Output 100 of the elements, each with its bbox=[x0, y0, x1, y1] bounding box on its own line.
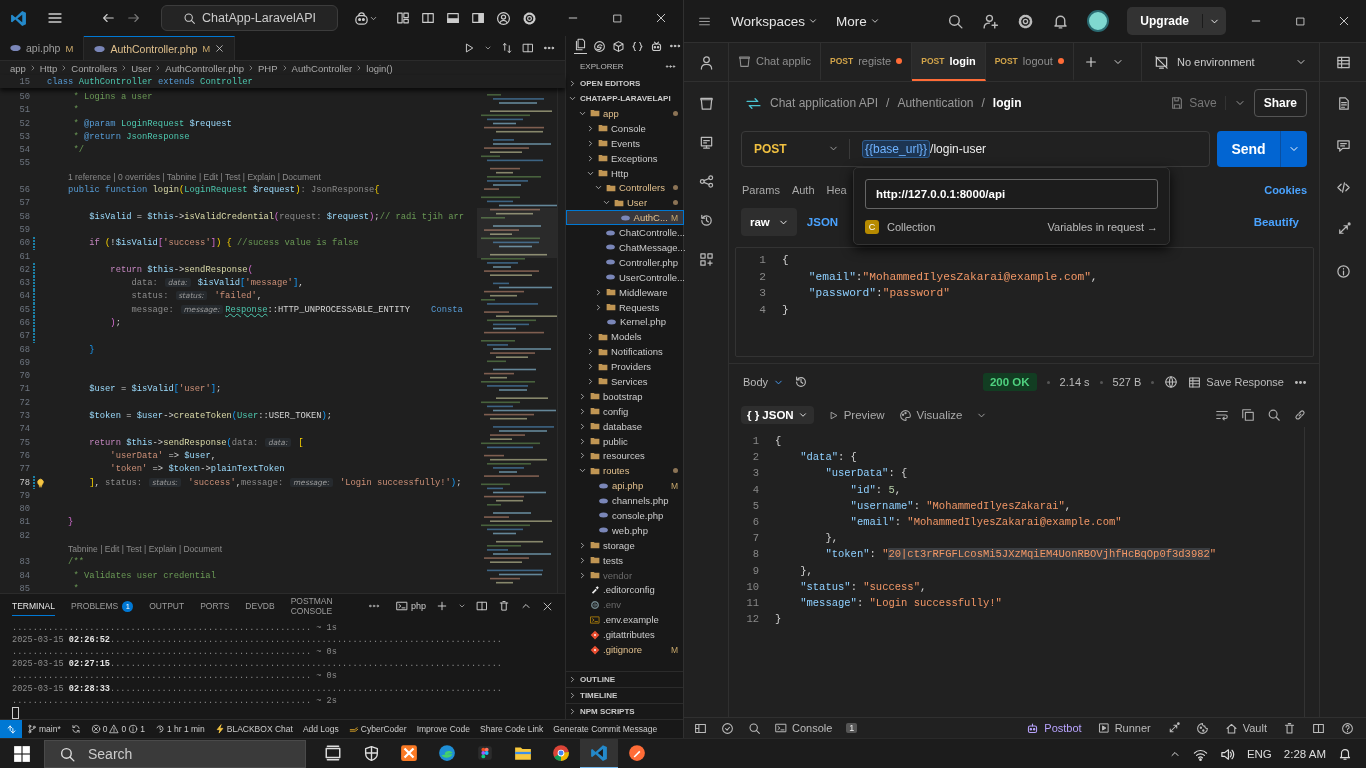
tree-item[interactable]: Requests bbox=[566, 299, 684, 315]
chevron-icon[interactable] bbox=[586, 347, 595, 357]
tree-item[interactable]: Middleware bbox=[566, 284, 684, 300]
back-icon[interactable] bbox=[101, 11, 115, 25]
maximize-icon[interactable] bbox=[611, 12, 623, 24]
tree-item[interactable]: public bbox=[566, 433, 684, 449]
maximize-icon[interactable] bbox=[1294, 15, 1306, 27]
tree-item[interactable]: channels.php bbox=[566, 493, 684, 509]
request-tab[interactable]: Chat applic bbox=[729, 43, 822, 81]
panel-tab[interactable]: TERMINAL bbox=[12, 596, 55, 616]
tree-item[interactable]: .editorconfig bbox=[566, 582, 684, 598]
chevron-icon[interactable] bbox=[594, 287, 603, 297]
layout-icon[interactable] bbox=[694, 721, 707, 735]
chevron-icon[interactable] bbox=[578, 570, 587, 580]
breadcrumb-item[interactable]: Authentication bbox=[897, 96, 974, 110]
tree-item[interactable]: api.php M bbox=[566, 478, 684, 494]
console-button[interactable]: Console bbox=[775, 722, 833, 734]
sync-icon[interactable] bbox=[70, 724, 81, 734]
settings-icon[interactable] bbox=[1017, 12, 1035, 30]
tree-item[interactable]: ChatMessage... bbox=[566, 240, 684, 255]
request-tab[interactable]: POST login bbox=[912, 43, 986, 81]
preview-tab[interactable]: Preview bbox=[827, 409, 885, 421]
response-view-dropdown[interactable]: Body bbox=[743, 376, 785, 388]
chevron-icon[interactable] bbox=[586, 362, 595, 372]
tree-item[interactable]: Exceptions bbox=[566, 150, 684, 166]
beautify-link[interactable]: Beautify bbox=[1253, 216, 1307, 228]
trash-icon[interactable] bbox=[498, 600, 510, 612]
copy-icon[interactable] bbox=[1241, 408, 1255, 422]
tree-item[interactable]: Events bbox=[566, 135, 684, 151]
new-tab-icon[interactable] bbox=[1083, 55, 1098, 69]
history-icon[interactable] bbox=[698, 213, 714, 228]
close-icon[interactable] bbox=[1338, 15, 1350, 27]
tree-item[interactable]: Kernel.php bbox=[566, 314, 684, 330]
notification-icon[interactable] bbox=[1052, 12, 1070, 30]
tree-item[interactable]: User bbox=[566, 195, 684, 211]
visualize-tab[interactable]: Visualize bbox=[898, 408, 963, 422]
account-icon[interactable] bbox=[496, 10, 511, 26]
chevron-icon[interactable] bbox=[578, 406, 587, 416]
settings-icon[interactable] bbox=[522, 10, 537, 26]
code-editor-icon[interactable] bbox=[590, 744, 608, 762]
request-section-tab[interactable]: Hea bbox=[826, 184, 847, 196]
design-app-icon[interactable] bbox=[476, 744, 494, 762]
tree-item[interactable]: .env.example bbox=[566, 612, 684, 628]
status-item[interactable]: Share Code Link bbox=[475, 724, 549, 734]
tree-item[interactable]: config bbox=[566, 403, 684, 419]
command-center-search[interactable]: ChatApp-LaravelAPI bbox=[161, 5, 338, 31]
shield-icon[interactable] bbox=[362, 744, 380, 762]
chevron-icon[interactable] bbox=[568, 675, 577, 684]
chevron-icon[interactable] bbox=[578, 436, 587, 446]
tree-item[interactable]: UserControlle... bbox=[566, 269, 684, 285]
environment-icon[interactable] bbox=[698, 135, 714, 150]
code-lens[interactable]: Tabnine | Edit | Test | Explain | Document bbox=[68, 544, 223, 555]
send-button[interactable]: Send bbox=[1217, 131, 1307, 167]
request-name[interactable]: login bbox=[992, 96, 1022, 110]
request-tab[interactable]: POST logout bbox=[985, 43, 1074, 81]
breadcrumb-item[interactable]: User bbox=[131, 62, 152, 74]
status-item[interactable]: Improve Code bbox=[411, 724, 475, 734]
close-icon[interactable] bbox=[215, 44, 225, 53]
tree-item[interactable]: Controller.php bbox=[566, 254, 684, 270]
menu-icon[interactable] bbox=[47, 10, 63, 26]
tree-item[interactable]: routes bbox=[566, 463, 684, 479]
save-response-button[interactable]: Save Response bbox=[1188, 375, 1284, 389]
caret-icon[interactable] bbox=[484, 44, 492, 52]
app-icon[interactable] bbox=[400, 744, 418, 762]
breadcrumb-item[interactable]: app bbox=[10, 62, 26, 74]
branch-indicator[interactable]: main* bbox=[22, 724, 66, 734]
comment-icon[interactable] bbox=[1335, 138, 1351, 153]
clock[interactable]: 2:28 AM bbox=[1283, 748, 1326, 760]
chevron-icon[interactable] bbox=[586, 138, 595, 148]
browser-icon[interactable] bbox=[438, 744, 456, 762]
language-dropdown[interactable]: JSON bbox=[806, 216, 839, 228]
breadcrumb-item[interactable]: Controllers bbox=[71, 62, 118, 74]
chevron-icon[interactable] bbox=[586, 376, 595, 386]
chevron-icon[interactable] bbox=[568, 94, 577, 103]
tree-item[interactable]: Models bbox=[566, 329, 684, 345]
panel-tab[interactable]: POSTMAN CONSOLE bbox=[290, 591, 352, 621]
error-count[interactable]: 0 bbox=[102, 724, 108, 734]
files-icon[interactable] bbox=[574, 38, 587, 51]
flows-icon[interactable] bbox=[698, 174, 714, 189]
breadcrumb-item[interactable]: AuthController bbox=[291, 62, 353, 74]
search-icon[interactable] bbox=[947, 12, 965, 30]
format-dropdown[interactable]: { } JSON bbox=[741, 406, 814, 424]
breadcrumb-item[interactable]: PHP bbox=[258, 62, 278, 74]
postbot-button[interactable]: Postbot bbox=[1026, 721, 1082, 735]
task-view-icon[interactable] bbox=[324, 744, 342, 762]
tree-item[interactable]: .gitignore M bbox=[566, 642, 684, 657]
breadcrumb-item[interactable]: Chat application API bbox=[770, 96, 879, 110]
check-circle-icon[interactable] bbox=[721, 721, 734, 735]
split-icon[interactable] bbox=[476, 600, 488, 612]
copilot-icon[interactable] bbox=[354, 10, 369, 26]
environment-selector[interactable]: No environment bbox=[1141, 43, 1319, 81]
code-icon[interactable] bbox=[1335, 180, 1351, 195]
tree-item[interactable]: Http bbox=[566, 165, 684, 181]
runner-button[interactable]: Runner bbox=[1097, 722, 1151, 734]
speaker-icon[interactable] bbox=[1219, 746, 1235, 762]
tree-item[interactable]: web.php bbox=[566, 522, 684, 538]
tree-item[interactable]: Controllers bbox=[566, 180, 684, 196]
breadcrumb-item[interactable]: Http bbox=[39, 62, 58, 74]
collections-icon[interactable] bbox=[698, 96, 714, 111]
breadcrumb-item[interactable]: AuthController.php bbox=[165, 62, 244, 74]
